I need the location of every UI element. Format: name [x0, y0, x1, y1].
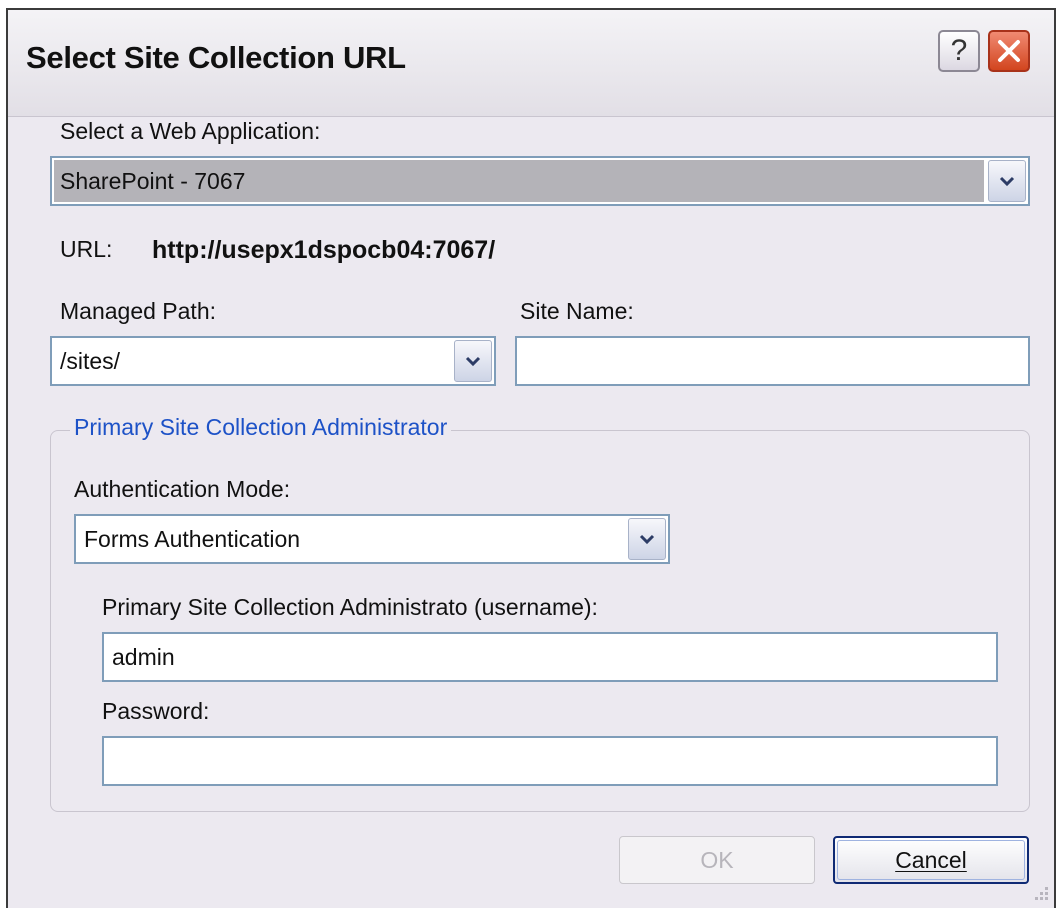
cancel-button-label: Cancel	[895, 846, 967, 873]
chevron-down-icon	[639, 534, 655, 545]
auth-mode-dropdown[interactable]: Forms Authentication	[74, 514, 670, 564]
close-icon	[998, 40, 1020, 62]
url-value: http://usepx1dspocb04:7067/	[152, 236, 496, 264]
cancel-button[interactable]: Cancel	[833, 836, 1029, 884]
managed-path-label: Managed Path:	[60, 298, 217, 324]
managed-path-dropdown[interactable]: /sites/	[50, 336, 496, 386]
username-input[interactable]: admin	[102, 632, 998, 682]
web-app-label: Select a Web Application:	[60, 118, 321, 144]
ok-button[interactable]: OK	[619, 836, 815, 884]
web-app-selected: SharePoint - 7067	[60, 167, 246, 194]
chevron-down-icon	[465, 356, 481, 367]
web-app-dropdown-button[interactable]	[988, 160, 1026, 202]
auth-mode-selected: Forms Authentication	[84, 525, 301, 552]
password-input[interactable]	[102, 736, 998, 786]
url-label: URL:	[60, 236, 113, 262]
managed-path-selected: /sites/	[60, 347, 121, 374]
password-label: Password:	[102, 698, 210, 724]
username-label: Primary Site Collection Administrato (us…	[102, 594, 598, 620]
auth-mode-label: Authentication Mode:	[74, 476, 291, 502]
managed-path-dropdown-button[interactable]	[454, 340, 492, 382]
help-button[interactable]: ?	[938, 30, 980, 72]
site-name-input[interactable]	[515, 336, 1030, 386]
auth-mode-dropdown-button[interactable]	[628, 518, 666, 560]
ok-button-label: OK	[700, 846, 734, 873]
dialog-window: Select Site Collection URL ? Select a We…	[6, 8, 1056, 908]
chevron-down-icon	[999, 176, 1015, 187]
help-icon: ?	[950, 34, 968, 67]
resize-grip-icon[interactable]	[1028, 882, 1050, 904]
title-bar[interactable]: Select Site Collection URL ?	[8, 10, 1054, 117]
site-name-label: Site Name:	[520, 298, 634, 324]
window-title: Select Site Collection URL	[26, 40, 406, 75]
web-app-dropdown[interactable]: SharePoint - 7067	[50, 156, 1030, 206]
admin-group-legend: Primary Site Collection Administrator	[70, 414, 452, 441]
close-button[interactable]	[988, 30, 1030, 72]
